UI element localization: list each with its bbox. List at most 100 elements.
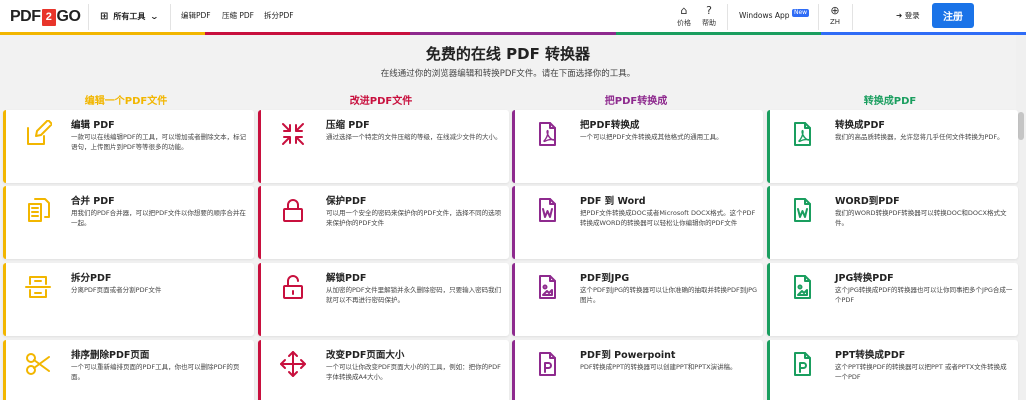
tool-card-title: PPT转换成PDF [835, 350, 906, 361]
tool-card-description: 分离PDF页面或者分割PDF文件 [71, 286, 162, 294]
login-label: 登录 [904, 11, 920, 20]
pdf-file-icon [788, 120, 816, 148]
tool-card[interactable]: 拆分PDF 分离PDF页面或者分割PDF文件 [3, 263, 254, 336]
tool-card[interactable]: 解锁PDF 从加密的PDF文件里解锁并永久删除密码，只要输入密码我们就可以不再进行… [258, 263, 509, 336]
tool-card-description: 我们的高品质转换器，允许您将几乎任何文件转换为PDF。 [835, 133, 1004, 141]
tool-card-description: 这个PPT转换PDF的转换器可以把PPT 或者PPTX文件转换成一个PDF [835, 363, 1007, 381]
logo[interactable]: PDF 2 GO [10, 8, 81, 26]
split-icon [24, 273, 52, 301]
windows-app-label: Windows App [739, 11, 790, 20]
all-tools-label: 所有工具 [113, 11, 146, 21]
divider [88, 4, 89, 30]
new-badge: New [792, 9, 810, 17]
pricing-link[interactable]: ⌂ 价格 [672, 4, 696, 28]
tool-card-description: 一个可以把PDF文件转换成其他格式的通用工具。 [580, 133, 723, 141]
image-file-icon [533, 273, 561, 301]
unlock-icon [279, 273, 307, 301]
compress-icon [279, 120, 307, 148]
logo-mid: 2 [41, 8, 56, 26]
tool-card-title: 合并 PDF [71, 196, 115, 207]
tool-card-title: 拆分PDF [71, 273, 112, 284]
resize-icon [279, 350, 307, 378]
chevron-down-icon: ⌄ [150, 11, 160, 21]
tool-card-description: 一个可以重新编排页面的PDF工具，你也可以删除PDF的页面。 [71, 363, 240, 381]
login-link[interactable]: ➜ 登录 [896, 0, 920, 32]
windows-app-link[interactable]: Windows App New [739, 0, 810, 32]
language-label: ZH [829, 18, 841, 26]
color-stripe [0, 32, 1026, 35]
tool-card[interactable]: PPT转换成PDF 这个PPT转换PDF的转换器可以把PPT 或者PPTX文件转换… [767, 340, 1018, 400]
tool-card[interactable]: PDF到 Powerpoint PDF转换成PPT的转换器可以创建PPT和PPTX… [512, 340, 763, 400]
divider [818, 4, 819, 30]
tool-card[interactable]: 转换成PDF 我们的高品质转换器，允许您将几乎任何文件转换为PDF。 [767, 110, 1018, 183]
column-heading: 转换成PDF [863, 96, 917, 107]
lock-icon [279, 196, 307, 224]
tool-card-description: 用我们的PDF合并器，可以把PDF文件以你想要的顺序合并在一起。 [71, 209, 246, 227]
tool-card-title: 转换成PDF [835, 120, 885, 131]
nav-split-pdf[interactable]: 拆分PDF [264, 0, 294, 32]
tool-card[interactable]: 保护PDF 可以用一个安全的密码来保护你的PDF文件，选择不同的选项来保护你的PD… [258, 186, 509, 259]
stripe-segment [615, 32, 821, 35]
tool-card[interactable]: PDF到JPG 这个PDF到JPG的转换器可以让你准确的抽取并转换PDF到JPG图… [512, 263, 763, 336]
tool-card-title: 把PDF转换成 [580, 120, 640, 131]
word-file-icon [788, 196, 816, 224]
tool-card[interactable]: 编辑 PDF 一款可以在线编辑PDF的工具，可以增加或者删除文本，标记语句，上传图… [3, 110, 254, 183]
edit-icon [24, 119, 53, 148]
tool-card[interactable]: WORD到PDF 我们的WORD转换PDF转换器可以转换DOC和DOCX格式文件。 [767, 186, 1018, 259]
grid-icon: ⊞ [100, 10, 109, 22]
tool-card-title: 排序删除PDF页面 [71, 350, 150, 361]
powerpoint-file-icon [533, 350, 561, 378]
tool-card[interactable]: 压缩 PDF 通过选择一个特定的文件压缩的等级，在线减少文件的大小。 [258, 110, 509, 183]
tool-card[interactable]: 合并 PDF 用我们的PDF合并器，可以把PDF文件以你想要的顺序合并在一起。 [3, 186, 254, 259]
merge-icon [24, 196, 52, 224]
tool-card-description: PDF转换成PPT的转换器可以创建PPT和PPTX演讲稿。 [580, 363, 737, 371]
tool-card-title: 压缩 PDF [326, 120, 370, 131]
login-icon: ➜ [896, 11, 903, 20]
tool-card-description: 一款可以在线编辑PDF的工具，可以增加或者删除文本，标记语句，上传图片到PDF等… [71, 133, 247, 151]
divider [170, 4, 171, 30]
tool-card-description: 可以用一个安全的密码来保护你的PDF文件，选择不同的选项来保护你的PDF文件 [326, 209, 502, 227]
top-header: PDF 2 GO ⊞ 所有工具 ⌄ 编辑PDF 压缩 PDF 拆分PDF ⌂ 价… [0, 0, 1026, 32]
help-label: 帮助 [702, 19, 716, 27]
scrollbar-thumb[interactable] [1018, 112, 1024, 140]
divider [727, 4, 728, 30]
pricing-tag-icon: ⌂ [680, 4, 688, 17]
tool-card-title: 保护PDF [326, 196, 367, 207]
stripe-segment [205, 32, 411, 35]
tool-card-description: 一个可以让你改变PDF页面大小的的工具，例如：把你的PDF字体转换成A4大小。 [326, 363, 501, 381]
tool-card-title: PDF 到 Word [580, 196, 646, 207]
tool-card-title: 改变PDF页面大小 [326, 350, 405, 361]
stripe-segment [820, 32, 1026, 35]
tool-card-title: PDF到 Powerpoint [580, 350, 676, 361]
page-title: 免费的在线 PDF 转换器 [425, 45, 591, 63]
language-selector[interactable]: ⊕ ZH [823, 4, 847, 26]
nav-edit-pdf[interactable]: 编辑PDF [181, 0, 211, 32]
signup-button[interactable]: 注册 [932, 3, 974, 28]
word-file-icon [533, 196, 561, 224]
help-icon: ? [706, 4, 712, 17]
tool-card[interactable]: JPG转换PDF 这个JPG转换成PDF的转换器也可以让你同事把多个JPG合成一个… [767, 263, 1018, 336]
tool-card[interactable]: 排序删除PDF页面一个可以重新编排页面的PDF工具，你也可以删除PDF的页面。 [3, 340, 254, 400]
tool-card-title: PDF到JPG [580, 273, 630, 284]
tool-card-description: 我们的WORD转换PDF转换器可以转换DOC和DOCX格式文件。 [835, 209, 1007, 227]
pdf-file-icon [533, 120, 561, 148]
image-file-icon [788, 273, 816, 301]
tool-card[interactable]: 把PDF转换成一个可以把PDF文件转换成其他格式的通用工具。 [512, 110, 763, 183]
logo-right: GO [56, 8, 81, 25]
all-tools-dropdown[interactable]: ⊞ 所有工具 ⌄ [100, 0, 160, 32]
tool-card[interactable]: PDF 到 Word 把PDF文件转换成DOC或者Microsoft DOCX格式… [512, 186, 763, 259]
tool-card-description: 这个PDF到JPG的转换器可以让你准确的抽取并转换PDF到JPG图片。 [580, 286, 758, 304]
page-subtitle: 在线通过你的浏览器编辑和转换PDF文件。请在下面选择你的工具。 [380, 69, 636, 79]
tool-card-description: 通过选择一个特定的文件压缩的等级，在线减少文件的大小。 [326, 133, 502, 141]
powerpoint-file-icon [788, 350, 816, 378]
tool-card-title: JPG转换PDF [835, 273, 894, 284]
stripe-segment [410, 32, 616, 35]
column-heading: 改进PDF文件 [349, 96, 413, 107]
scissors-icon [24, 350, 52, 378]
tool-card[interactable]: 改变PDF页面大小一个可以让你改变PDF页面大小的的工具，例如：把你的PDF字体… [258, 340, 509, 400]
pricing-label: 价格 [677, 19, 691, 27]
nav-compress-pdf[interactable]: 压缩 PDF [222, 0, 254, 32]
column-heading: 把PDF转换成 [604, 96, 668, 107]
tool-card-title: 编辑 PDF [71, 120, 115, 131]
help-link[interactable]: ? 帮助 [697, 4, 721, 28]
